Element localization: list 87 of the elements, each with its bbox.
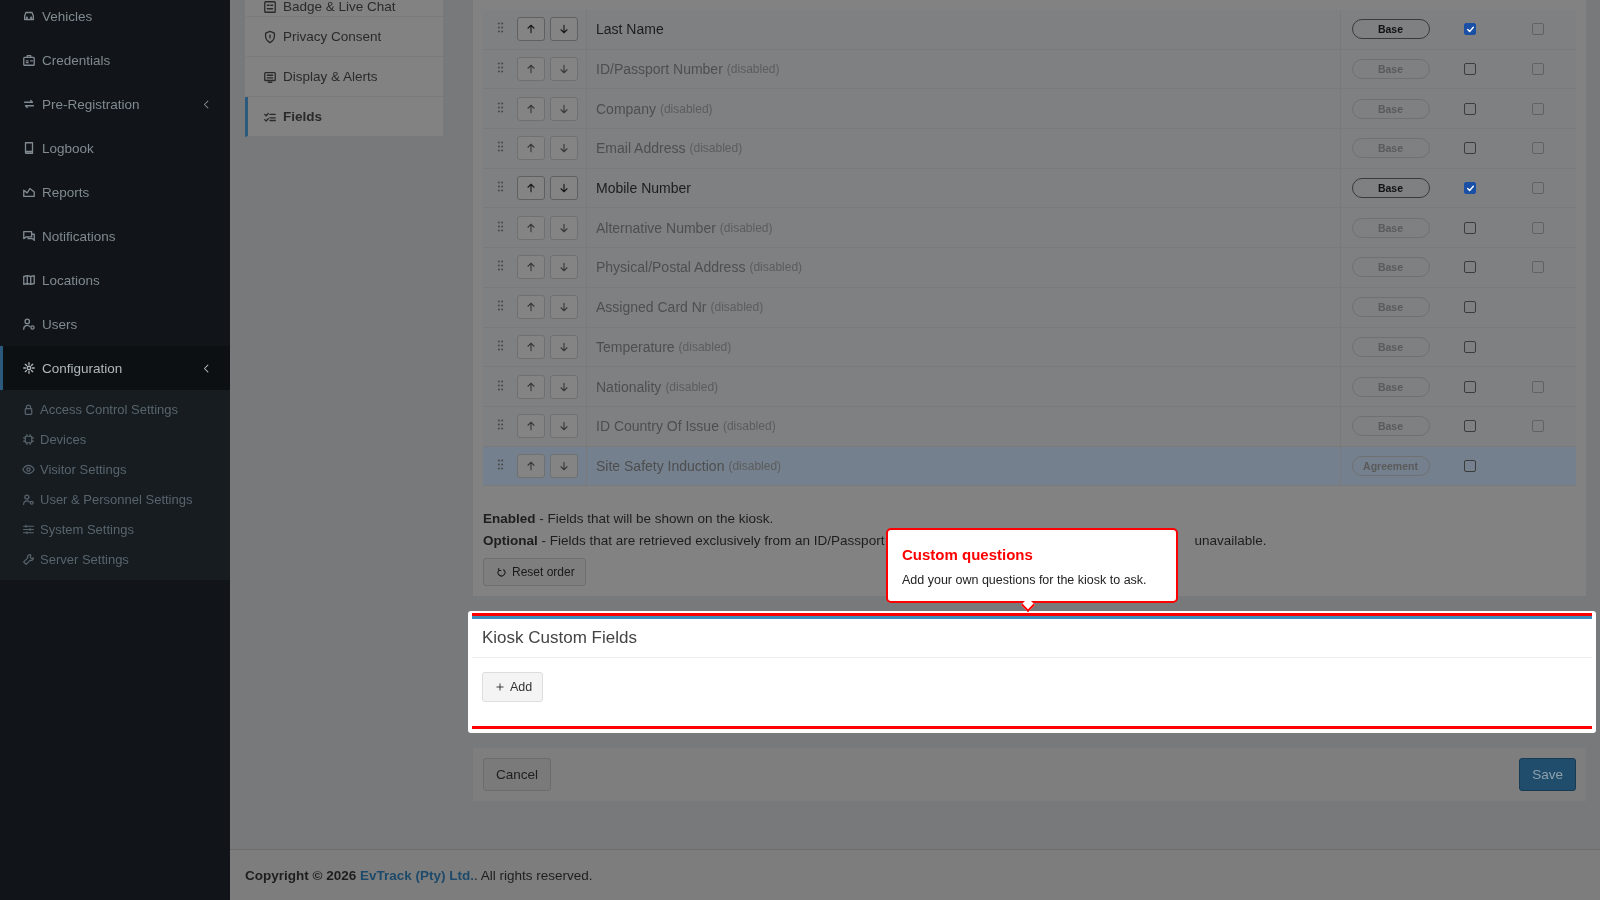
note-text: Enabled - Fields that will be shown on the kiosk. (483, 510, 774, 529)
check-icon (1465, 183, 1475, 193)
sidebar-item[interactable]: Notifications (0, 214, 230, 258)
cancel-button[interactable]: Cancel (483, 758, 552, 792)
field-label: Mobile Number (596, 180, 691, 197)
move-up-button[interactable] (517, 176, 545, 201)
submenu-item[interactable]: User & Personnel Settings (0, 484, 230, 514)
chart-icon (22, 185, 36, 199)
move-up-button[interactable] (517, 17, 545, 42)
sidebar-item[interactable]: Locations (0, 258, 230, 302)
check-icon (1465, 24, 1475, 34)
company-link[interactable]: EvTrack (Pty) Ltd. (360, 867, 475, 883)
arrow-down-icon (558, 420, 570, 433)
arrow-up-icon (525, 459, 537, 472)
arrow-up-icon (525, 23, 537, 36)
reset-icon (496, 566, 507, 578)
sidebar-item[interactable]: Vehicles (0, 0, 230, 38)
lock-icon (22, 402, 35, 416)
settings-tab[interactable]: Display & Alerts (245, 57, 443, 97)
arrow-up-icon (525, 221, 537, 234)
tooltip-title: Custom questions (902, 546, 1034, 563)
tooltip-text: Add your own questions for the kiosk to ask. (902, 573, 1148, 587)
arrow-up-icon (525, 63, 537, 76)
sidebar-item[interactable]: Pre-Registration (0, 82, 230, 126)
arrow-down-icon (558, 261, 570, 274)
arrow-up-icon (525, 261, 537, 274)
submenu-item[interactable]: System Settings (0, 514, 230, 544)
field-label: Last Name (596, 21, 664, 38)
move-down-button[interactable] (550, 17, 578, 42)
arrow-down-icon (558, 102, 570, 115)
arrow-up-icon (525, 182, 537, 195)
optional-checkbox[interactable] (1532, 182, 1544, 195)
chat-icon (22, 229, 36, 243)
badge-icon (263, 0, 277, 14)
copyright-text: Copyright © 2026 EvTrack (Pty) Ltd.. All rights reserved. (245, 867, 593, 883)
map-icon (22, 273, 36, 287)
add-button[interactable]: Add (482, 672, 544, 703)
arrow-down-icon (558, 142, 570, 155)
arrow-up-icon (525, 142, 537, 155)
book-icon (22, 141, 36, 155)
note-text: Optional - Fields that are retrieved exclusively from an ID/Passport (483, 532, 885, 551)
optional-checkbox[interactable] (1532, 23, 1544, 36)
arrow-up-icon (525, 102, 537, 115)
field-label: Site Safety Induction (596, 457, 725, 474)
arrow-down-icon (558, 63, 570, 76)
reset-order-button[interactable]: Reset order (483, 558, 586, 587)
eye-icon (22, 462, 35, 476)
sidebar-item[interactable]: Users (0, 302, 230, 346)
arrow-down-icon (558, 380, 570, 393)
arrow-down-icon (558, 23, 570, 36)
settings-tab[interactable]: Fields (245, 97, 443, 137)
arrow-up-icon (525, 420, 537, 433)
save-button[interactable]: Save (1519, 758, 1576, 792)
arrow-down-icon (558, 340, 570, 353)
car-icon (22, 9, 36, 23)
plus-icon (495, 682, 505, 693)
enabled-checkbox[interactable] (1464, 23, 1476, 36)
arrow-down-icon (558, 301, 570, 314)
submenu-item[interactable]: Visitor Settings (0, 454, 230, 484)
sidebar-item[interactable]: Credentials (0, 38, 230, 82)
chip-icon (22, 432, 35, 446)
enabled-checkbox[interactable] (1464, 182, 1476, 195)
note-text: unavailable. (1194, 532, 1267, 551)
arrow-up-icon (525, 301, 537, 314)
arrows-icon (22, 97, 36, 111)
submenu-item[interactable]: Server Settings (0, 544, 230, 574)
user-gear-icon (22, 492, 35, 506)
sliders-icon (22, 522, 35, 536)
shield-icon (263, 29, 277, 44)
sidebar-item[interactable]: Reports (0, 170, 230, 214)
settings-tab[interactable]: Privacy Consent (245, 17, 443, 57)
move-down-button[interactable] (550, 176, 578, 201)
arrow-down-icon (558, 182, 570, 195)
arrow-down-icon (558, 459, 570, 472)
settings-tab[interactable]: Badge & Live Chat (245, 0, 443, 17)
arrow-down-icon (558, 221, 570, 234)
wrench-icon (22, 552, 35, 566)
submenu-item[interactable]: Access Control Settings (0, 394, 230, 424)
arrow-up-icon (525, 380, 537, 393)
user-gear-icon (22, 317, 36, 331)
monitor-icon (263, 69, 277, 84)
arrow-up-icon (525, 340, 537, 353)
id-card-icon (22, 53, 36, 67)
sidebar-item[interactable]: Configuration (0, 346, 230, 390)
card-title: Kiosk Custom Fields (472, 619, 1592, 659)
sidebar-item[interactable]: Logbook (0, 126, 230, 170)
submenu-item[interactable]: Devices (0, 424, 230, 454)
